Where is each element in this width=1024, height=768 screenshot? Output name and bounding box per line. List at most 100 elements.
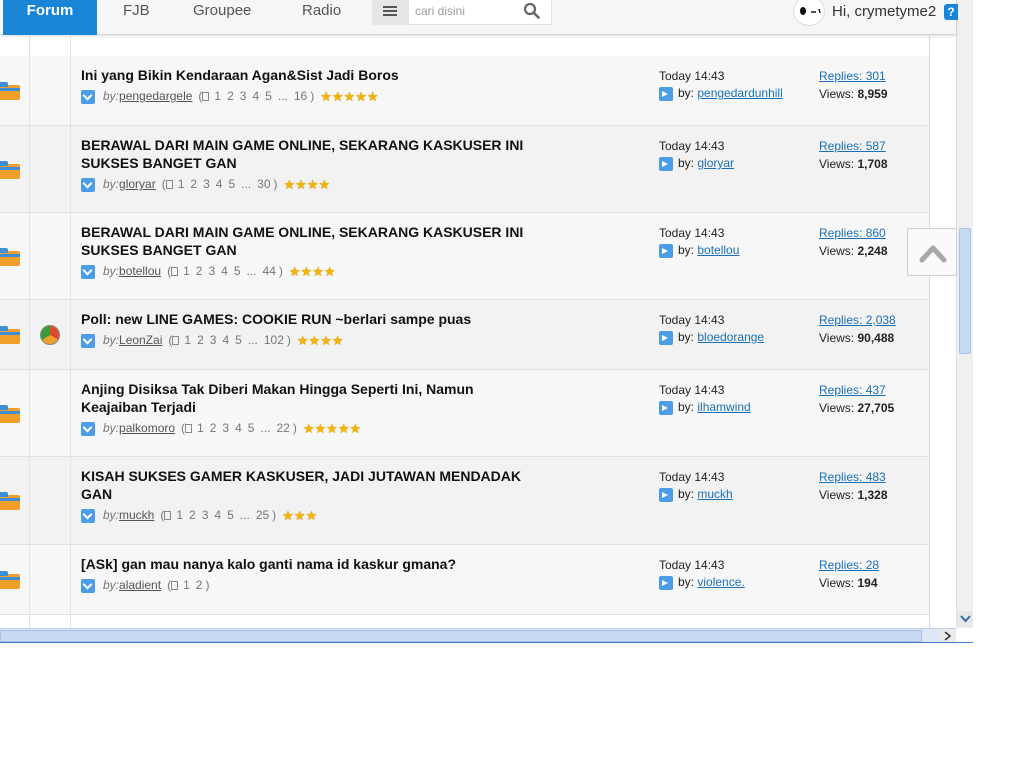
page-link[interactable]: 4 — [222, 333, 229, 347]
avatar[interactable] — [793, 0, 825, 26]
page-link[interactable]: 16 — [294, 89, 307, 103]
go-to-last-post-icon[interactable] — [659, 575, 673, 590]
expand-chevron-icon[interactable] — [81, 177, 95, 192]
poll-icon — [40, 325, 60, 345]
replies-link[interactable]: Replies: 301 — [819, 69, 886, 83]
replies-link[interactable]: Replies: 860 — [819, 226, 886, 240]
go-to-last-post-icon[interactable] — [659, 330, 673, 345]
page-link[interactable]: 4 — [214, 508, 221, 522]
page-link[interactable]: 1 — [183, 578, 190, 592]
author-link[interactable]: botellou — [119, 264, 161, 278]
page-link[interactable]: 22 — [277, 421, 290, 435]
last-post-user-link[interactable]: ilhamwind — [697, 400, 750, 414]
page-link[interactable]: 3 — [240, 89, 247, 103]
page-link[interactable]: 5 — [234, 264, 241, 278]
go-to-last-post-icon[interactable] — [659, 400, 673, 415]
author-link[interactable]: gloryar — [119, 177, 156, 191]
page-link[interactable]: 2 — [190, 177, 197, 191]
horizontal-scrollbar[interactable] — [0, 628, 956, 642]
scroll-right-arrow-icon[interactable] — [939, 629, 956, 642]
page-link[interactable]: 2 — [197, 333, 204, 347]
thread-title-link[interactable]: BERAWAL DARI MAIN GAME ONLINE, SEKARANG … — [81, 223, 531, 259]
last-post-user-link[interactable]: violence. — [697, 575, 744, 589]
last-post-user-link[interactable]: bloedorange — [697, 330, 764, 344]
thread-title-link[interactable]: Anjing Disiksa Tak Diberi Makan Hingga S… — [81, 380, 531, 416]
page-link[interactable]: 4 — [252, 89, 259, 103]
search-icon[interactable] — [523, 2, 541, 20]
author-link[interactable]: aladient — [119, 578, 161, 592]
vertical-scrollbar-thumb[interactable] — [959, 228, 971, 354]
hamburger-menu-icon[interactable] — [372, 0, 408, 25]
page-link[interactable]: 5 — [248, 421, 255, 435]
page-link[interactable]: 3 — [222, 421, 229, 435]
scroll-down-arrow-icon[interactable] — [957, 611, 973, 627]
last-post-user-link[interactable]: muckh — [697, 487, 732, 501]
page-link[interactable]: 3 — [203, 177, 210, 191]
page-link[interactable]: 2 — [189, 508, 196, 522]
scroll-to-top-button[interactable] — [907, 228, 957, 276]
page-link[interactable]: 1 — [178, 177, 185, 191]
author-link[interactable]: muckh — [119, 508, 154, 522]
tab-fjb[interactable]: FJB — [123, 0, 150, 35]
replies-link[interactable]: Replies: 437 — [819, 383, 886, 397]
page-link[interactable]: 30 — [257, 177, 270, 191]
folder-icon — [0, 404, 20, 423]
vertical-scrollbar[interactable] — [956, 0, 973, 628]
page-link[interactable]: 5 — [228, 177, 235, 191]
go-to-last-post-icon[interactable] — [659, 243, 673, 258]
replies-link[interactable]: Replies: 587 — [819, 139, 886, 153]
expand-chevron-icon[interactable] — [81, 508, 95, 523]
page-link[interactable]: 3 — [210, 333, 217, 347]
last-post-user-link[interactable]: botellou — [697, 243, 739, 257]
tab-groupee[interactable]: Groupee — [193, 0, 251, 35]
expand-chevron-icon[interactable] — [81, 333, 95, 348]
author-link[interactable]: palkomoro — [119, 421, 175, 435]
tab-radio[interactable]: Radio — [302, 0, 341, 35]
go-to-last-post-icon[interactable] — [659, 86, 673, 101]
page-link[interactable]: 102 — [264, 333, 284, 347]
page-link[interactable]: 5 — [235, 333, 242, 347]
thread-title-link[interactable]: KISAH SUKSES GAMER KASKUSER, JADI JUTAWA… — [81, 467, 531, 503]
author-link[interactable]: pengedargele — [119, 89, 192, 103]
expand-chevron-icon[interactable] — [81, 264, 95, 279]
thread-title-link[interactable]: [ASk] gan mau nanya kalo ganti nama id k… — [81, 555, 531, 573]
page-link[interactable]: 3 — [208, 264, 215, 278]
page-link[interactable]: 2 — [210, 421, 217, 435]
tab-forum[interactable]: Forum — [3, 0, 97, 35]
search-input[interactable] — [415, 2, 515, 20]
replies-link[interactable]: Replies: 2,038 — [819, 313, 896, 327]
author-link[interactable]: LeonZai — [119, 333, 162, 347]
page-link[interactable]: 1 — [176, 508, 183, 522]
page-link[interactable]: 4 — [221, 264, 228, 278]
page-link[interactable]: 2 — [196, 578, 203, 592]
replies-link[interactable]: Replies: 483 — [819, 470, 886, 484]
page-link[interactable]: 4 — [216, 177, 223, 191]
thread-meta: by:muckh(1 2 3 4 5... 25) ★★★ — [81, 508, 317, 524]
page-link[interactable]: 5 — [265, 89, 272, 103]
page-link[interactable]: 4 — [235, 421, 242, 435]
expand-chevron-icon[interactable] — [81, 421, 95, 436]
last-post-user-link[interactable]: pengedardunhill — [697, 86, 782, 100]
thread-title-link[interactable]: Poll: new LINE GAMES: COOKIE RUN ~berlar… — [81, 310, 531, 328]
horizontal-scrollbar-thumb[interactable] — [0, 630, 922, 642]
page-link[interactable]: 2 — [227, 89, 234, 103]
page-link[interactable]: 2 — [196, 264, 203, 278]
help-icon[interactable]: ? — [944, 4, 958, 20]
page-link[interactable]: 5 — [227, 508, 234, 522]
page-link[interactable]: 1 — [184, 333, 191, 347]
go-to-last-post-icon[interactable] — [659, 156, 673, 171]
page-link[interactable]: 1 — [214, 89, 221, 103]
thread-title-link[interactable]: BERAWAL DARI MAIN GAME ONLINE, SEKARANG … — [81, 136, 531, 172]
user-greeting[interactable]: Hi, crymetyme2 — [832, 3, 936, 20]
page-link[interactable]: 25 — [256, 508, 269, 522]
page-link[interactable]: 1 — [183, 264, 190, 278]
expand-chevron-icon[interactable] — [81, 89, 95, 104]
replies-link[interactable]: Replies: 28 — [819, 558, 879, 572]
go-to-last-post-icon[interactable] — [659, 487, 673, 502]
page-link[interactable]: 3 — [202, 508, 209, 522]
expand-chevron-icon[interactable] — [81, 578, 95, 593]
last-post-user-link[interactable]: gloryar — [697, 156, 734, 170]
page-link[interactable]: 1 — [197, 421, 204, 435]
thread-title-link[interactable]: Ini yang Bikin Kendaraan Agan&Sist Jadi … — [81, 66, 531, 84]
page-link[interactable]: 44 — [263, 264, 276, 278]
